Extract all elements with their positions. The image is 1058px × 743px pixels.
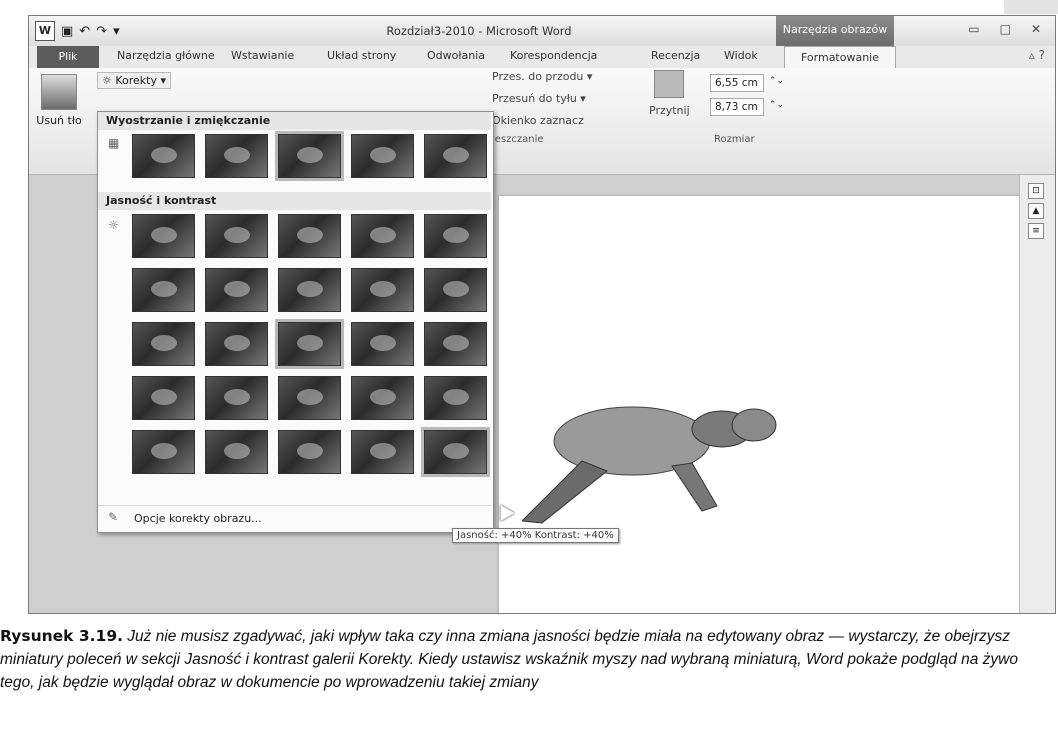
quick-access-toolbar: W ▣ ↶ ↷ ▾ (35, 21, 120, 41)
gallery-thumbnail[interactable] (205, 322, 268, 366)
gallery-thumbnail[interactable] (351, 322, 414, 366)
ribbon-tabs: Plik Narzędzia główne Wstawianie Układ s… (29, 46, 1055, 69)
width-field[interactable]: 8,73 cm (710, 98, 764, 116)
gallery-thumbnail[interactable] (424, 376, 487, 420)
gallery-thumbnail[interactable] (132, 214, 195, 258)
scroll-up-icon[interactable]: ▲ (1028, 203, 1044, 219)
sharpen-thumbnails (132, 131, 487, 181)
gallery-thumbnail[interactable] (132, 134, 195, 178)
arrange-group-label: ieszczanie (492, 134, 544, 145)
selection-pane-label: Okienko zaznacz (492, 114, 584, 127)
remove-background-icon (41, 74, 77, 110)
tab-mailings[interactable]: Korespondencja (510, 49, 597, 62)
window-controls: ▭ □ ✕ (968, 22, 1041, 36)
tab-references[interactable]: Odwołania (427, 49, 485, 62)
correction-options-link[interactable]: Opcje korekty obrazu... (98, 505, 491, 531)
correction-options-icon: ✎ (108, 510, 119, 524)
correction-options-label: Opcje korekty obrazu... (134, 512, 262, 525)
gallery-thumbnail[interactable] (278, 214, 341, 258)
corrections-label: Korekty (115, 74, 157, 87)
height-spinner[interactable]: ⌃⌄ (769, 76, 784, 86)
page-corner-marker (1004, 0, 1058, 14)
gallery-thumbnail[interactable] (132, 268, 195, 312)
gallery-thumbnail[interactable] (205, 134, 268, 178)
gallery-thumbnail[interactable] (351, 430, 414, 474)
window-title: Rozdział3-2010 - Microsoft Word (386, 24, 572, 38)
tab-format[interactable]: Formatowanie (784, 46, 896, 69)
redo-icon[interactable]: ↷ (96, 24, 107, 39)
gallery-thumbnail[interactable] (132, 322, 195, 366)
help-icon[interactable]: ▵ ? (1029, 48, 1045, 62)
gallery-thumbnail[interactable] (424, 134, 487, 178)
crop-button[interactable]: Przytnij (649, 104, 690, 117)
gallery-thumbnail[interactable] (132, 430, 195, 474)
gallery-thumbnail[interactable] (351, 134, 414, 178)
gallery-thumbnail[interactable] (275, 319, 344, 369)
brightness-thumbnails (132, 214, 490, 477)
tab-view[interactable]: Widok (724, 49, 758, 62)
tab-file[interactable]: Plik (37, 46, 99, 68)
gallery-thumbnail[interactable] (351, 214, 414, 258)
remove-background-label: Usuń tło (36, 114, 82, 127)
tab-page-layout[interactable]: Układ strony (327, 49, 396, 62)
crop-icon[interactable] (654, 70, 684, 98)
gallery-thumbnail[interactable] (275, 131, 344, 181)
vertical-scrollbar[interactable]: ⊡ ▲ ≡ (1019, 175, 1055, 613)
sun-icon: ☼ (102, 74, 116, 87)
scroll-thumb[interactable]: ≡ (1028, 223, 1044, 239)
bring-forward-button[interactable]: Przes. do przodu ▾ (492, 70, 592, 83)
sharpen-section-title: Wyostrzanie i zmiękczanie (98, 112, 491, 130)
close-button[interactable]: ✕ (1031, 22, 1041, 36)
gallery-thumbnail[interactable] (278, 268, 341, 312)
picture-tools-context-tab: Narzędzia obrazów (776, 16, 894, 46)
send-backward-button[interactable]: Przesuń do tyłu ▾ (492, 92, 586, 105)
brightness-section-title: Jasność i kontrast (98, 192, 491, 210)
maximize-button[interactable]: □ (1000, 22, 1011, 36)
size-group-label: Rozmiar (714, 134, 755, 145)
selection-pane-button[interactable]: Okienko zaznacz (492, 114, 584, 127)
tab-insert[interactable]: Wstawianie (231, 49, 294, 62)
height-field[interactable]: 6,55 cm (710, 74, 764, 92)
gallery-thumbnail[interactable] (424, 322, 487, 366)
gallery-thumbnail[interactable] (205, 430, 268, 474)
gallery-thumbnail[interactable] (351, 268, 414, 312)
gallery-thumbnail[interactable] (278, 430, 341, 474)
chevron-down-icon: ▾ (157, 74, 167, 87)
title-bar: W ▣ ↶ ↷ ▾ Rozdział3-2010 - Microsoft Wor… (29, 16, 1055, 46)
brightness-icon: ☼ (108, 218, 119, 232)
minimize-button[interactable]: ▭ (968, 22, 979, 36)
corrections-gallery: Wyostrzanie i zmiękczanie ▦ Jasność i ko… (97, 111, 494, 533)
gallery-thumbnail[interactable] (424, 268, 487, 312)
gallery-thumbnail[interactable] (205, 214, 268, 258)
caption-label: Rysunek 3.19. (0, 627, 123, 645)
bring-forward-label: Przes. do przodu (492, 70, 584, 83)
caption-text: Już nie musisz zgadywać, jaki wpływ taka… (0, 628, 1018, 691)
save-icon[interactable]: ▣ (61, 24, 73, 39)
tab-home[interactable]: Narzędzia główne (117, 49, 215, 62)
remove-background-button[interactable]: Usuń tło (33, 74, 85, 127)
ruler-toggle-icon[interactable]: ⊡ (1028, 183, 1044, 199)
customize-qat-icon[interactable]: ▾ (113, 24, 120, 39)
tab-review[interactable]: Recenzja (651, 49, 700, 62)
thumbnail-tooltip: Jasność: +40% Kontrast: +40% (452, 528, 619, 543)
gallery-thumbnail[interactable] (351, 376, 414, 420)
send-backward-label: Przesuń do tyłu (492, 92, 577, 105)
gallery-thumbnail[interactable] (205, 376, 268, 420)
gallery-thumbnail[interactable] (205, 268, 268, 312)
undo-icon[interactable]: ↶ (79, 24, 90, 39)
gallery-thumbnail[interactable] (424, 214, 487, 258)
sharpen-icon: ▦ (108, 136, 120, 150)
figure-caption: Rysunek 3.19. Już nie musisz zgadywać, j… (0, 625, 1050, 694)
turtle-image[interactable] (522, 381, 802, 526)
word-logo-icon[interactable]: W (35, 21, 55, 41)
width-spinner[interactable]: ⌃⌄ (769, 100, 784, 110)
word-window: W ▣ ↶ ↷ ▾ Rozdział3-2010 - Microsoft Wor… (28, 15, 1056, 614)
corrections-button[interactable]: ☼ Korekty ▾ (97, 72, 172, 89)
gallery-thumbnail-hovered[interactable] (421, 427, 490, 477)
gallery-thumbnail[interactable] (132, 376, 195, 420)
gallery-thumbnail[interactable] (278, 376, 341, 420)
